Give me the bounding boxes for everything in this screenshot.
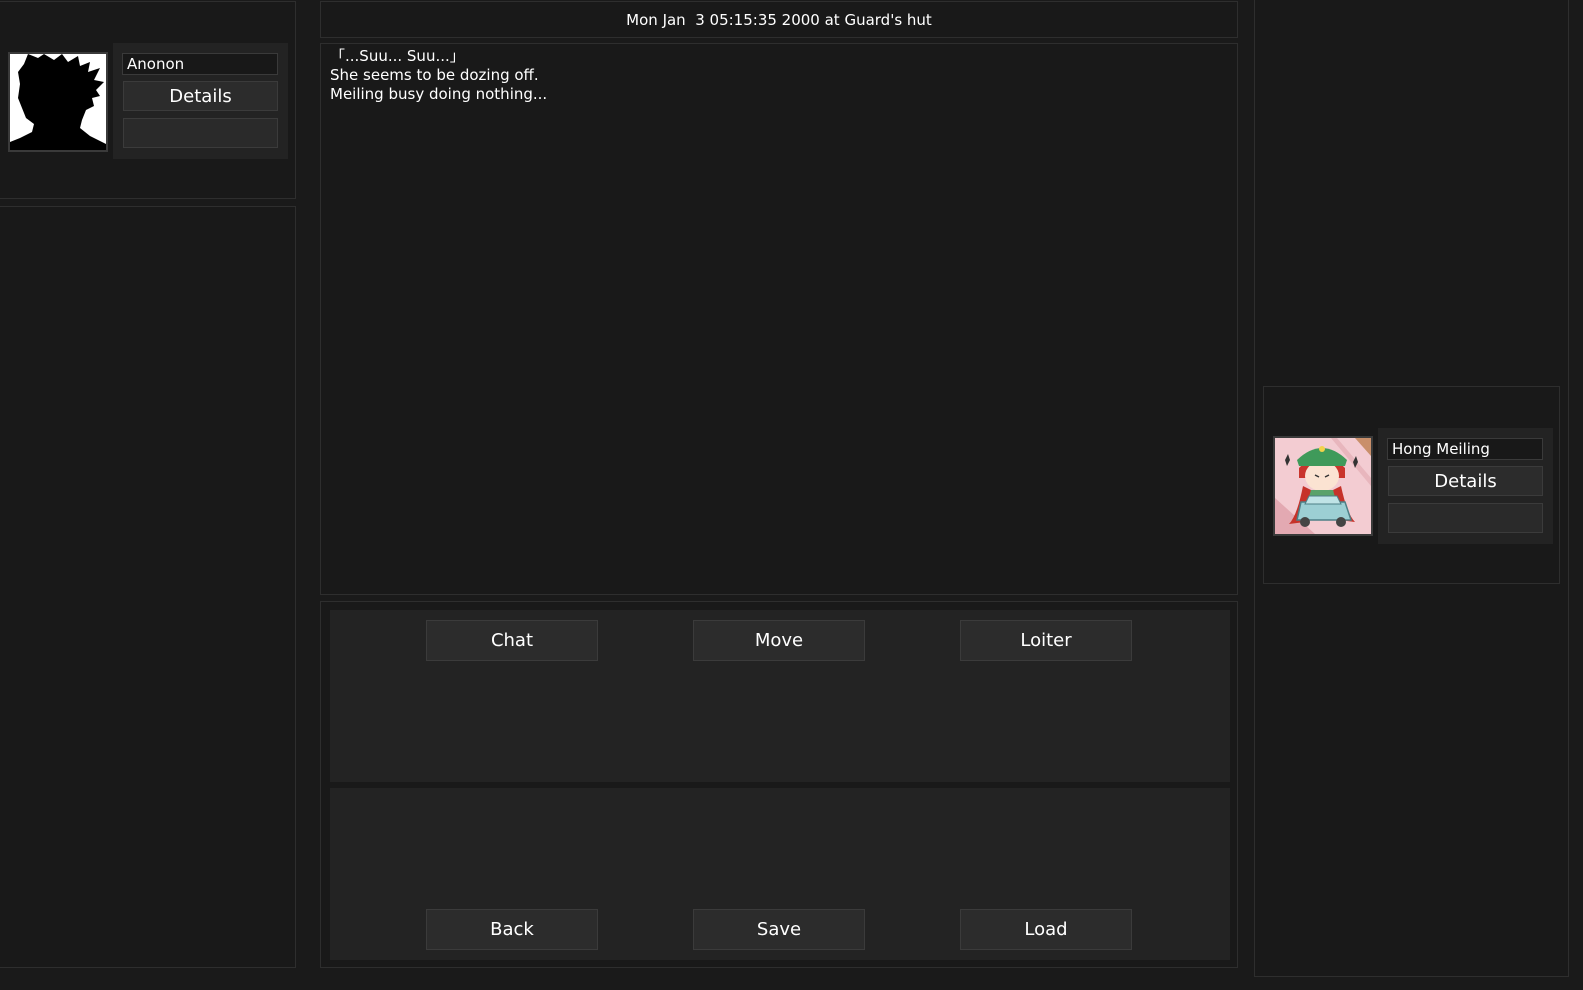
back-button[interactable]: Back xyxy=(426,909,598,950)
player-portrait xyxy=(8,52,108,152)
npc-portrait xyxy=(1273,436,1373,536)
load-button[interactable]: Load xyxy=(960,909,1132,950)
player-info-box: Anonon Details xyxy=(113,43,288,159)
hong-meiling-icon xyxy=(1275,438,1371,534)
system-area: Back Save Load xyxy=(330,788,1230,960)
right-column: Hong Meiling Details xyxy=(1254,0,1569,977)
action-area: Chat Move Loiter xyxy=(330,610,1230,782)
npc-name-field: Hong Meiling xyxy=(1387,438,1543,460)
silhouette-icon xyxy=(10,54,106,150)
chat-button[interactable]: Chat xyxy=(426,620,598,661)
player-panel: Anonon Details xyxy=(0,1,296,199)
log-line: She seems to be dozing off. xyxy=(330,66,539,84)
message-log: 「...Suu... Suu...」 She seems to be dozin… xyxy=(320,43,1238,595)
datetime-location-label: Mon Jan 3 05:15:35 2000 at Guard's hut xyxy=(626,11,932,29)
loiter-button[interactable]: Loiter xyxy=(960,620,1132,661)
npc-details-button[interactable]: Details xyxy=(1388,466,1543,496)
player-details-button[interactable]: Details xyxy=(123,81,278,111)
log-line: Meiling busy doing nothing... xyxy=(330,85,548,103)
npc-info-box: Hong Meiling Details xyxy=(1378,428,1553,544)
header-bar: Mon Jan 3 05:15:35 2000 at Guard's hut xyxy=(320,1,1238,38)
command-panel: Chat Move Loiter Back Save Load xyxy=(320,601,1238,968)
player-inventory-panel xyxy=(0,206,296,968)
player-name-field: Anonon xyxy=(122,53,278,75)
npc-panel: Hong Meiling Details xyxy=(1263,386,1560,584)
move-button[interactable]: Move xyxy=(693,620,865,661)
log-line: 「...Suu... Suu...」 xyxy=(330,47,465,65)
npc-empty-button[interactable] xyxy=(1388,503,1543,533)
save-button[interactable]: Save xyxy=(693,909,865,950)
player-empty-button[interactable] xyxy=(123,118,278,148)
